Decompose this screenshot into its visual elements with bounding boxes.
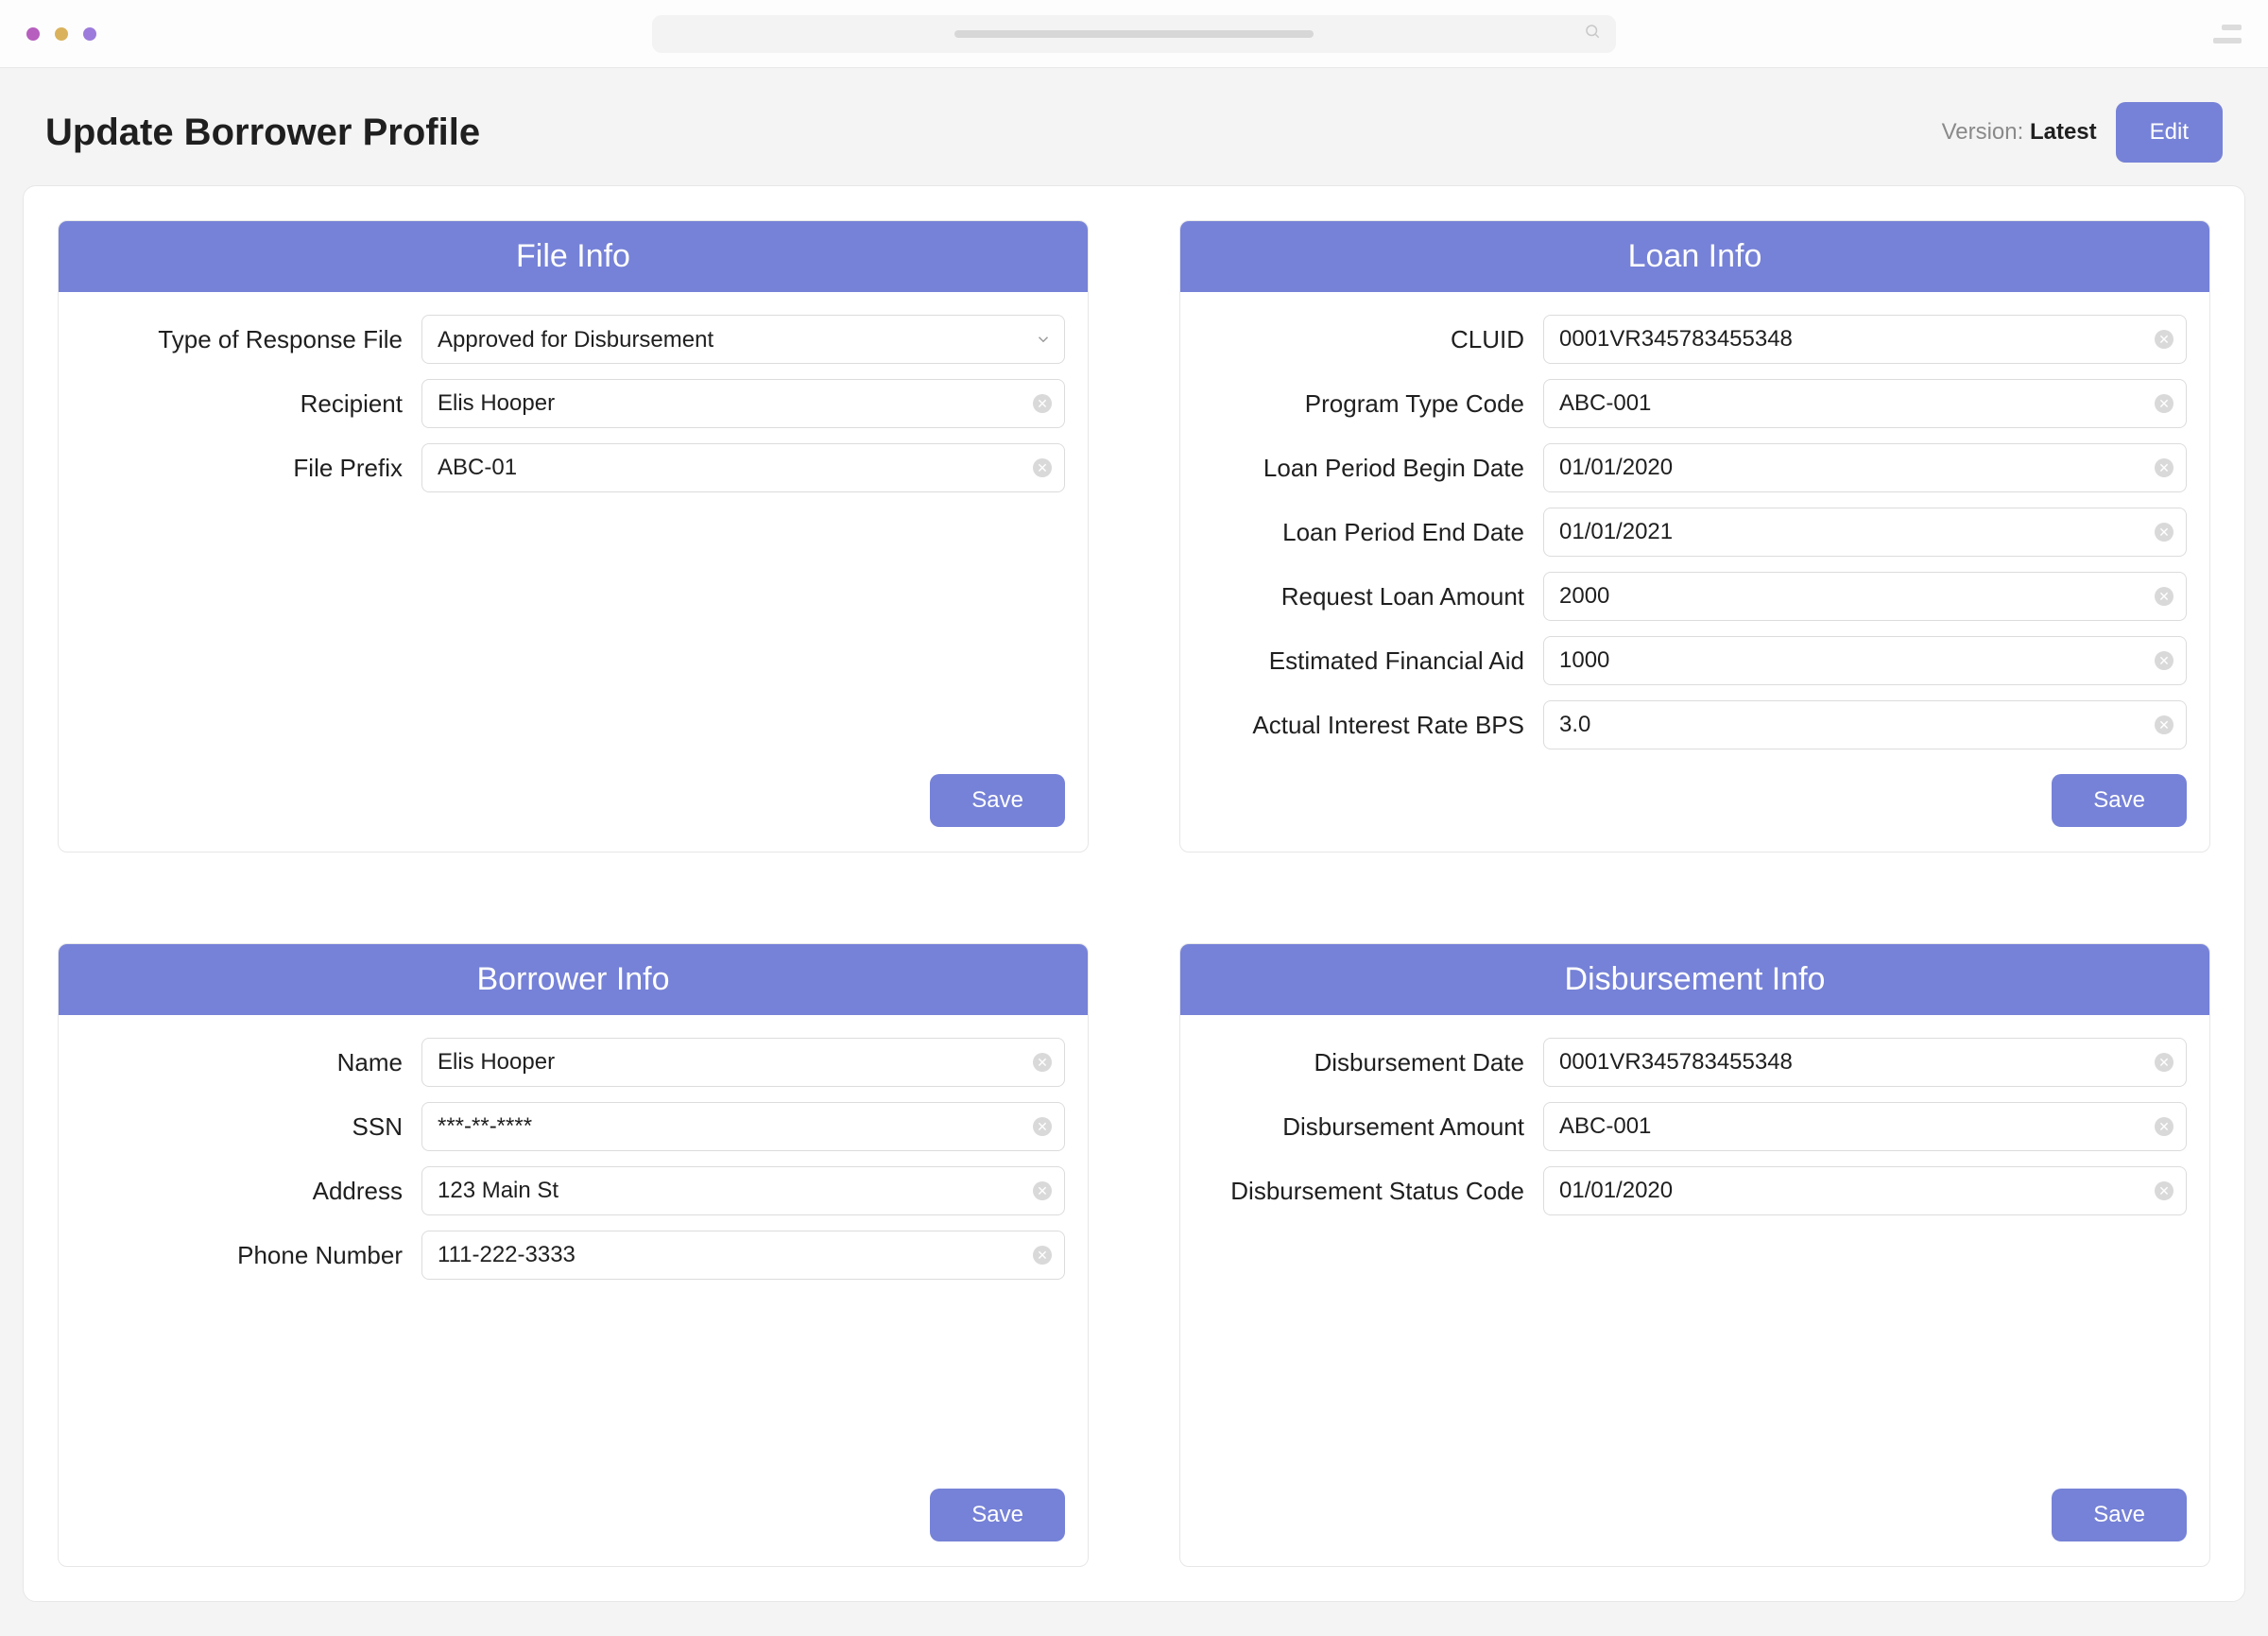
clear-icon[interactable]: ✕ [1033,458,1052,477]
panel-title-file-info: File Info [59,221,1088,292]
edit-button[interactable]: Edit [2116,102,2223,163]
label-type-of-response-file: Type of Response File [81,325,403,354]
input-estimated-financial-aid[interactable] [1543,636,2187,685]
clear-icon[interactable]: ✕ [2155,651,2174,670]
input-recipient[interactable] [421,379,1065,428]
version-value: Latest [2030,119,2097,145]
clear-icon[interactable]: ✕ [2155,523,2174,542]
save-button-loan-info[interactable]: Save [2052,774,2187,827]
input-actual-interest-rate-bps[interactable] [1543,700,2187,749]
address-bar[interactable] [652,15,1616,53]
label-actual-interest-rate-bps: Actual Interest Rate BPS [1203,711,1524,740]
label-phone-number: Phone Number [81,1241,403,1270]
clear-icon[interactable]: ✕ [1033,1246,1052,1265]
input-disbursement-status-code[interactable] [1543,1166,2187,1215]
window-chrome [0,0,2268,68]
label-disbursement-amount: Disbursement Amount [1203,1112,1524,1142]
label-cluid: CLUID [1203,325,1524,354]
panel-borrower-info: Borrower Info Name ✕ SSN ✕ [58,943,1089,1567]
panel-file-info: File Info Type of Response File Approved… [58,220,1089,852]
version-indicator: Version: Latest [1942,119,2097,146]
input-cluid[interactable] [1543,315,2187,364]
chevron-down-icon [1035,331,1052,348]
save-button-file-info[interactable]: Save [930,774,1065,827]
label-request-loan-amount: Request Loan Amount [1203,582,1524,611]
panel-disbursement-info: Disbursement Info Disbursement Date ✕ Di… [1179,943,2210,1567]
clear-icon[interactable]: ✕ [1033,394,1052,413]
panel-title-loan-info: Loan Info [1180,221,2209,292]
search-icon [1584,23,1601,44]
input-disbursement-date[interactable] [1543,1038,2187,1087]
label-name: Name [81,1048,403,1077]
input-loan-period-begin-date[interactable] [1543,443,2187,492]
clear-icon[interactable]: ✕ [2155,587,2174,606]
input-ssn[interactable] [421,1102,1065,1151]
input-address[interactable] [421,1166,1065,1215]
version-label: Version: [1942,119,2024,145]
page-title: Update Borrower Profile [45,112,480,154]
window-zoom-dot[interactable] [83,27,96,41]
save-button-borrower-info[interactable]: Save [930,1489,1065,1541]
label-loan-period-begin-date: Loan Period Begin Date [1203,454,1524,483]
clear-icon[interactable]: ✕ [2155,1181,2174,1200]
window-close-dot[interactable] [26,27,40,41]
input-program-type-code[interactable] [1543,379,2187,428]
select-type-of-response-file[interactable]: Approved for Disbursement [421,315,1065,364]
save-button-disbursement-info[interactable]: Save [2052,1489,2187,1541]
clear-icon[interactable]: ✕ [2155,1117,2174,1136]
clear-icon[interactable]: ✕ [1033,1117,1052,1136]
input-name[interactable] [421,1038,1065,1087]
clear-icon[interactable]: ✕ [2155,458,2174,477]
input-file-prefix[interactable] [421,443,1065,492]
label-disbursement-date: Disbursement Date [1203,1048,1524,1077]
label-estimated-financial-aid: Estimated Financial Aid [1203,646,1524,676]
label-file-prefix: File Prefix [81,454,403,483]
label-loan-period-end-date: Loan Period End Date [1203,518,1524,547]
clear-icon[interactable]: ✕ [2155,715,2174,734]
label-program-type-code: Program Type Code [1203,389,1524,419]
panel-title-borrower-info: Borrower Info [59,944,1088,1015]
clear-icon[interactable]: ✕ [1033,1181,1052,1200]
clear-icon[interactable]: ✕ [2155,1053,2174,1072]
clear-icon[interactable]: ✕ [2155,330,2174,349]
input-request-loan-amount[interactable] [1543,572,2187,621]
window-minimize-dot[interactable] [55,27,68,41]
label-recipient: Recipient [81,389,403,419]
panel-title-disbursement-info: Disbursement Info [1180,944,2209,1015]
window-traffic-lights [26,27,96,41]
panel-loan-info: Loan Info CLUID ✕ Program Type Code ✕ [1179,220,2210,852]
label-disbursement-status-code: Disbursement Status Code [1203,1177,1524,1206]
clear-icon[interactable]: ✕ [2155,394,2174,413]
label-ssn: SSN [81,1112,403,1142]
address-bar-placeholder [954,30,1314,38]
clear-icon[interactable]: ✕ [1033,1053,1052,1072]
input-disbursement-amount[interactable] [1543,1102,2187,1151]
input-phone-number[interactable] [421,1231,1065,1280]
hamburger-icon[interactable] [2213,25,2242,43]
main-card: File Info Type of Response File Approved… [23,185,2245,1602]
input-loan-period-end-date[interactable] [1543,508,2187,557]
label-address: Address [81,1177,403,1206]
